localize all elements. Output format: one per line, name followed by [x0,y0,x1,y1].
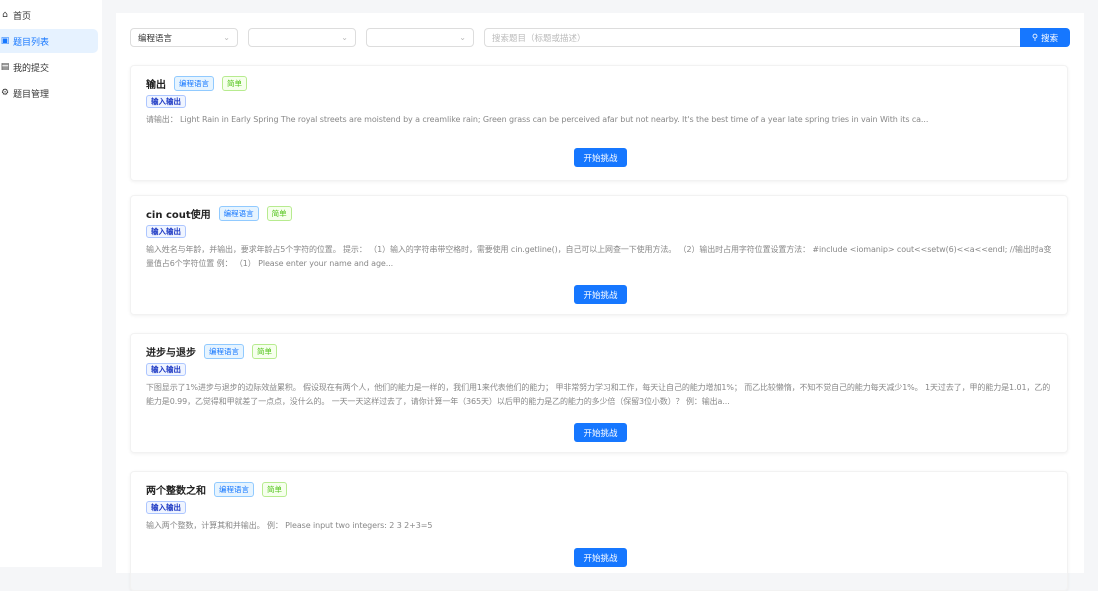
search-group: 搜索题目（标题或描述） ⚲ 搜索 [484,28,1070,47]
category-tag: 输入输出 [146,363,186,376]
language-tag: 编程语言 [204,344,244,359]
chevron-down-icon: ⌄ [341,33,348,42]
start-challenge-button[interactable]: 开始挑战 [574,285,627,304]
category-tag: 输入输出 [146,225,186,238]
start-challenge-button[interactable]: 开始挑战 [574,148,627,167]
sidebar-item-problem-list[interactable]: ▣ 题目列表 [0,29,98,53]
problem-title[interactable]: 两个整数之和 [146,482,206,497]
search-input[interactable]: 搜索题目（标题或描述） [484,28,1020,47]
search-button[interactable]: ⚲ 搜索 [1020,28,1070,47]
chevron-down-icon: ⌄ [223,33,230,42]
category-tag: 输入输出 [146,95,186,108]
category-tag: 输入输出 [146,501,186,514]
problem-description: 下图显示了1%进步与退步的边际效益累积。 假设现在有两个人，他们的能力是一样的，… [146,383,1051,406]
start-challenge-button[interactable]: 开始挑战 [574,423,627,442]
difficulty-tag: 简单 [266,206,292,221]
sidebar-item-home[interactable]: ⌂ 首页 [0,3,98,27]
problem-card: 输出 编程语言 简单 输入输出 请输出： Light Rain in Early S… [130,65,1068,181]
problem-title[interactable]: 输出 [146,76,166,91]
language-tag: 编程语言 [174,76,214,91]
chevron-down-icon: ⌄ [459,33,466,42]
difficulty-tag: 简单 [222,76,247,91]
home-icon: ⌂ [2,10,8,20]
gear-icon: ⚙ [0,88,10,98]
difficulty-tag: 简单 [262,482,287,497]
problem-card: 进步与退步 编程语言 简单 输入输出 下图显示了1%进步与退步的边际效益累积。 假设… [130,333,1068,453]
language-tag: 编程语言 [214,482,254,497]
filter-bar: 编程语言 ⌄ ⌄ ⌄ 搜索题目（标题或描述） ⚲ 搜索 [130,28,1070,47]
main-panel: 编程语言 ⌄ ⌄ ⌄ 搜索题目（标题或描述） ⚲ 搜索 输出 编程语言 简单 输入输出 … [116,13,1084,591]
difficulty-tag: 简单 [252,344,277,359]
list-icon: ▣ [0,36,10,46]
filter-select-2[interactable]: ⌄ [248,28,356,47]
problem-description: 输入两个整数，计算其和并输出。 例： Please input two inte… [146,521,433,530]
language-select[interactable]: 编程语言 ⌄ [130,28,238,47]
filter-select-3[interactable]: ⌄ [366,28,474,47]
problem-title[interactable]: cin cout使用 [146,206,211,221]
language-tag: 编程语言 [218,206,259,221]
sidebar-item-problem-admin[interactable]: ⚙ 题目管理 [0,81,98,105]
problem-description: 请输出： Light Rain in Early Spring The roya… [146,115,929,124]
problem-card: cin cout使用 编程语言 简单 输入输出 输入姓名与年龄，并输出，要求年龄占5… [130,195,1068,315]
sidebar: ⌂ 首页 ▣ 题目列表 ▤ 我的提交 ⚙ 题目管理 [0,0,102,567]
start-challenge-button[interactable]: 开始挑战 [574,548,627,567]
problem-title[interactable]: 进步与退步 [146,344,196,359]
search-icon: ⚲ [1031,32,1039,43]
problem-description: 输入姓名与年龄，并输出，要求年龄占5个字符的位置。 提示： （1）输入的字符串带… [146,245,1052,268]
sidebar-item-my-submissions[interactable]: ▤ 我的提交 [0,55,98,79]
file-icon: ▤ [0,62,10,72]
problem-card: 两个整数之和 编程语言 简单 输入输出 输入两个整数，计算其和并输出。 例： Ple… [130,471,1068,591]
